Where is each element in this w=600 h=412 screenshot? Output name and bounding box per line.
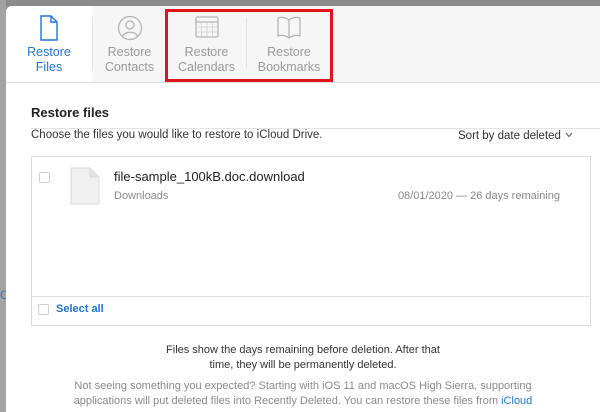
select-all-checkbox[interactable] [38, 304, 49, 315]
retention-note: Files show the days remaining before del… [166, 344, 440, 371]
file-location: Downloads [114, 190, 169, 202]
page-title: Restore files [31, 105, 110, 120]
file-name: file-sample_100kB.doc.download [114, 169, 305, 184]
help-text: Not seeing something you expected? Start… [6, 379, 600, 409]
file-deletion-info: 08/01/2020 — 26 days remaining [397, 190, 560, 202]
highlight-annotation [165, 9, 333, 82]
file-row[interactable]: file-sample_100kB.doc.download Downloads… [32, 157, 590, 212]
icloud-link[interactable]: iCloud [501, 395, 532, 407]
instructions-text: Choose the files you would like to resto… [31, 129, 323, 141]
document-icon [39, 15, 59, 46]
file-checkbox[interactable] [39, 172, 50, 183]
tab-restore-files[interactable]: Restore Files [6, 6, 92, 82]
tab-label: Restore Contacts [104, 45, 155, 74]
restore-dialog: Restore Files Restore Contacts Restore C… [6, 6, 600, 412]
file-list: file-sample_100kB.doc.download Downloads… [31, 156, 591, 326]
sort-dropdown[interactable]: Sort by date deleted [458, 129, 573, 142]
select-all-link[interactable]: Select all [56, 303, 104, 315]
chevron-down-icon [565, 129, 573, 141]
sort-label: Sort by date deleted [458, 130, 561, 142]
tab-label: Restore Files [27, 45, 71, 74]
contacts-icon [117, 15, 143, 46]
divider [32, 296, 590, 297]
tab-restore-contacts[interactable]: Restore Contacts [93, 6, 166, 82]
help-text-body: Not seeing something you expected? Start… [73, 380, 532, 407]
restore-tab-bar: Restore Files Restore Contacts Restore C… [6, 6, 600, 83]
file-icon [70, 167, 100, 210]
